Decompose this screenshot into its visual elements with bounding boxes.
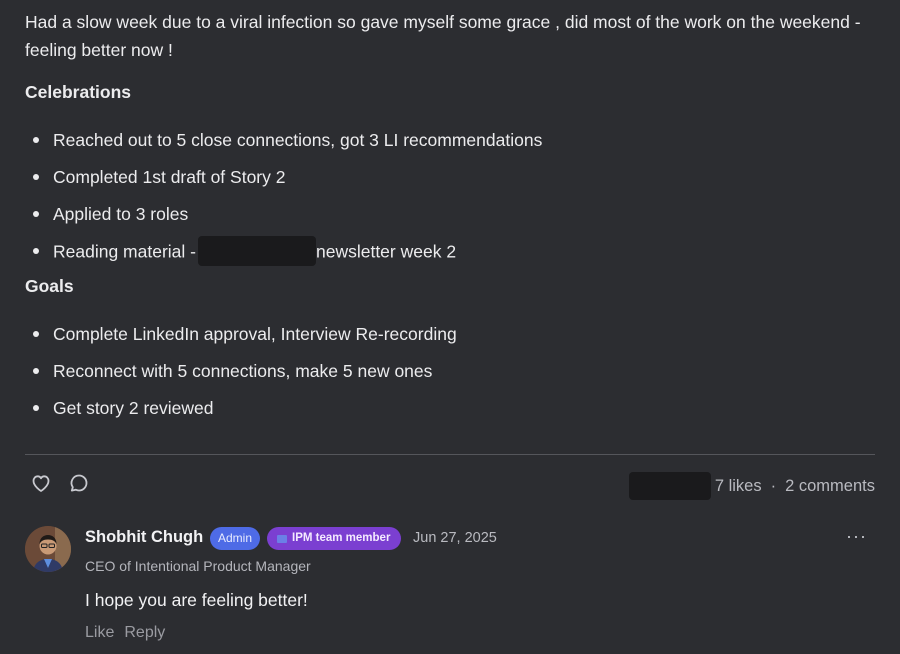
list-item: Reconnect with 5 connections, make 5 new… bbox=[25, 360, 457, 397]
goals-heading: Goals bbox=[25, 276, 74, 296]
list-item: Completed 1st draft of Story 2 bbox=[25, 166, 542, 203]
post-body: Had a slow week due to a viral infection… bbox=[25, 8, 880, 418]
comment-actions: Like Reply bbox=[85, 624, 175, 642]
list-item: Get story 2 reviewed bbox=[25, 397, 457, 434]
heart-icon[interactable] bbox=[29, 471, 53, 495]
more-options-icon[interactable]: ··· bbox=[846, 526, 867, 547]
list-item: Reached out to 5 close connections, got … bbox=[25, 129, 542, 166]
list-item: Applied to 3 roles bbox=[25, 203, 542, 240]
divider bbox=[25, 454, 875, 455]
comments-count[interactable]: 2 comments bbox=[785, 477, 875, 496]
admin-badge: Admin bbox=[210, 527, 261, 550]
comment-text: I hope you are feeling better! bbox=[85, 590, 308, 610]
goals-list: Complete LinkedIn approval, Interview Re… bbox=[25, 323, 457, 434]
reading-suffix: newsletter week 2 bbox=[315, 241, 457, 262]
comment-author[interactable]: Shobhit Chugh bbox=[85, 528, 203, 547]
like-button[interactable]: Like bbox=[85, 624, 114, 641]
celebrations-list: Reached out to 5 close connections, got … bbox=[25, 129, 542, 277]
comment-bubble-icon[interactable] bbox=[67, 471, 91, 495]
redacted-block bbox=[197, 236, 316, 266]
post-stats: 7 likes · 2 comments bbox=[628, 472, 875, 500]
avatar[interactable] bbox=[25, 526, 71, 572]
team-member-badge: IPM team member bbox=[267, 527, 402, 550]
list-item: Complete LinkedIn approval, Interview Re… bbox=[25, 323, 457, 360]
reply-button[interactable]: Reply bbox=[124, 624, 165, 641]
list-item: Reading material - newsletter week 2 bbox=[25, 236, 542, 277]
post-intro-text: Had a slow week due to a viral infection… bbox=[25, 12, 861, 60]
likes-count[interactable]: 7 likes bbox=[715, 477, 762, 496]
post-actions-bar: 7 likes · 2 comments bbox=[25, 468, 875, 500]
comment-date: Jun 27, 2025 bbox=[413, 530, 497, 546]
stats-separator: · bbox=[770, 476, 777, 495]
redacted-block bbox=[628, 472, 711, 500]
team-member-badge-label: IPM team member bbox=[292, 532, 391, 544]
comment-author-role: CEO of Intentional Product Manager bbox=[85, 558, 311, 574]
celebrations-heading: Celebrations bbox=[25, 82, 131, 102]
reading-prefix: Reading material - bbox=[53, 241, 196, 262]
badge-icon bbox=[277, 534, 287, 543]
